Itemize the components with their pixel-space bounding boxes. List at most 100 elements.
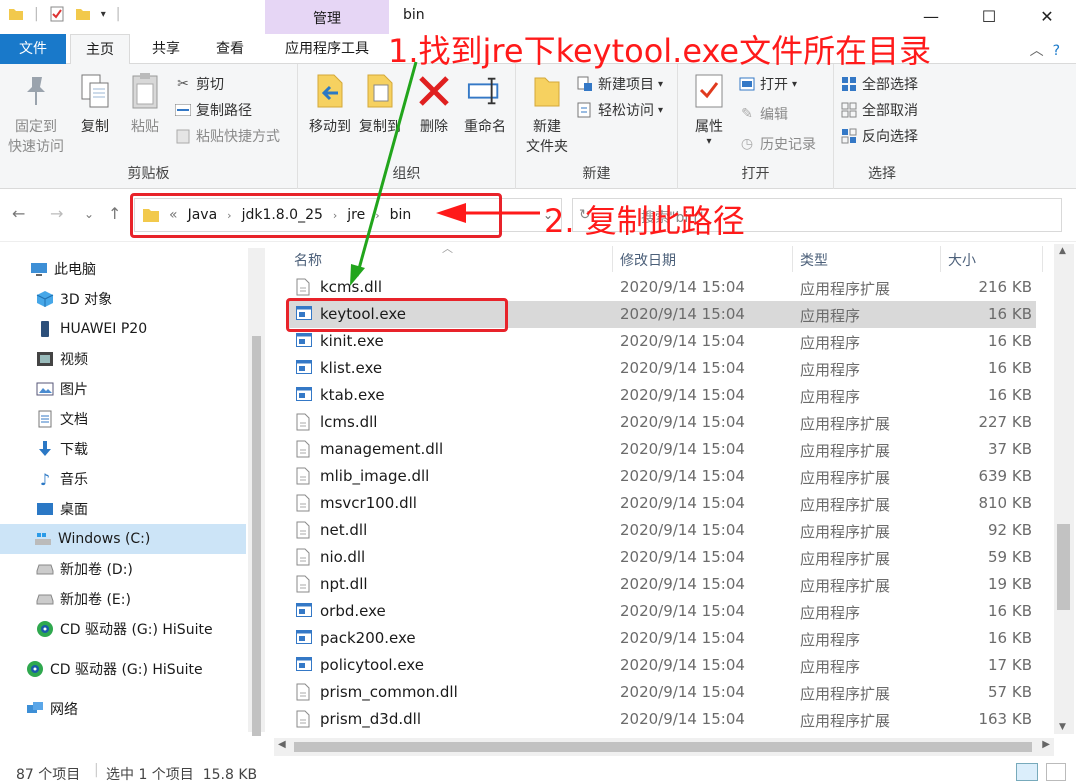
- scroll-down-icon[interactable]: ▼: [1059, 722, 1066, 732]
- file-row[interactable]: mlib_image.dll 2020/9/14 15:04 应用程序扩展 639 K…: [286, 463, 1036, 490]
- chevron-down-icon[interactable]: ▾: [101, 9, 106, 20]
- sidebar-item[interactable]: 此电脑: [30, 254, 96, 284]
- sidebar-item[interactable]: 新加卷 (E:): [36, 584, 131, 614]
- file-row[interactable]: prism_common.dll 2020/9/14 15:04 应用程序扩展 57 …: [286, 679, 1036, 706]
- sidebar-item[interactable]: ♪ 音乐: [36, 464, 88, 494]
- column-divider[interactable]: [1042, 246, 1043, 272]
- back-arrow-icon[interactable]: ←: [12, 204, 25, 223]
- new-folder-button[interactable]: 新建 文件夹: [522, 70, 572, 156]
- file-row[interactable]: klist.exe 2020/9/14 15:04 应用程序 16 KB: [286, 355, 1036, 382]
- recent-locations-chevron-icon[interactable]: ⌄: [84, 207, 94, 221]
- sidebar-item[interactable]: Windows (C:): [0, 524, 246, 554]
- easy-access-button[interactable]: 轻松访问 ▾: [576, 100, 663, 120]
- scrollbar-thumb[interactable]: [252, 336, 261, 736]
- scroll-left-icon[interactable]: ◀: [278, 739, 286, 750]
- sidebar-item[interactable]: 下载: [36, 434, 88, 464]
- large-icons-view-icon[interactable]: [1046, 763, 1066, 781]
- column-header-type[interactable]: 类型: [800, 250, 828, 270]
- column-divider[interactable]: [940, 246, 941, 272]
- scroll-up-icon[interactable]: ▲: [1059, 246, 1066, 256]
- file-row[interactable]: npt.dll 2020/9/14 15:04 应用程序扩展 19 KB: [286, 571, 1036, 598]
- sidebar-item[interactable]: 网络: [26, 694, 78, 724]
- easy-access-icon: [576, 101, 594, 119]
- file-row[interactable]: lcms.dll 2020/9/14 15:04 应用程序扩展 227 KB: [286, 409, 1036, 436]
- column-header-date[interactable]: 修改日期: [620, 250, 676, 270]
- file-row[interactable]: msvcr100.dll 2020/9/14 15:04 应用程序扩展 810 KB: [286, 490, 1036, 517]
- file-row[interactable]: net.dll 2020/9/14 15:04 应用程序扩展 92 KB: [286, 517, 1036, 544]
- file-row[interactable]: kcms.dll 2020/9/14 15:04 应用程序扩展 216 KB: [286, 274, 1036, 301]
- file-date: 2020/9/14 15:04: [620, 548, 745, 566]
- sidebar-item[interactable]: CD 驱动器 (G:) HiSuite: [36, 614, 213, 644]
- file-name: klist.exe: [320, 359, 383, 377]
- tab-view[interactable]: 查看: [200, 34, 260, 64]
- properties-button[interactable]: 属性 ▾: [686, 70, 732, 147]
- invert-selection-button[interactable]: 反向选择: [840, 126, 918, 146]
- help-icon[interactable]: ?: [1053, 43, 1060, 59]
- tab-application-tools[interactable]: 应用程序工具: [265, 34, 389, 64]
- chevron-down-icon: ▾: [658, 78, 664, 90]
- scrollbar-thumb[interactable]: [294, 742, 1032, 752]
- tab-file[interactable]: 文件: [0, 34, 66, 64]
- details-view-icon[interactable]: [1016, 763, 1038, 781]
- file-date: 2020/9/14 15:04: [620, 278, 745, 296]
- dll-file-icon: [296, 467, 312, 485]
- sidebar-item[interactable]: 3D 对象: [36, 284, 112, 314]
- dll-file-icon: [296, 710, 312, 728]
- paste-button[interactable]: 粘贴: [122, 70, 168, 136]
- file-row[interactable]: policytool.exe 2020/9/14 15:04 应用程序 17 KB: [286, 652, 1036, 679]
- file-list-vertical-scrollbar[interactable]: ▲ ▼: [1054, 244, 1074, 734]
- file-row[interactable]: prism_d3d.dll 2020/9/14 15:04 应用程序扩展 163 KB: [286, 706, 1036, 733]
- column-divider[interactable]: [612, 246, 613, 272]
- file-date: 2020/9/14 15:04: [620, 683, 745, 701]
- move-to-button[interactable]: 移动到: [304, 70, 356, 136]
- column-header-name[interactable]: 名称: [294, 250, 322, 270]
- tab-home[interactable]: 主页: [70, 34, 130, 65]
- sidebar-item[interactable]: 新加卷 (D:): [36, 554, 133, 584]
- sidebar-item-label: 网络: [50, 702, 78, 718]
- new-folder-icon[interactable]: [75, 6, 91, 22]
- edit-button[interactable]: ✎ 编辑: [738, 104, 788, 124]
- scroll-right-icon[interactable]: ▶: [1042, 739, 1050, 750]
- sidebar-item[interactable]: 图片: [36, 374, 88, 404]
- tab-share[interactable]: 共享: [138, 34, 194, 64]
- dll-file-icon: [296, 440, 312, 458]
- copy-to-button[interactable]: 复制到: [354, 70, 406, 136]
- copy-button[interactable]: 复制: [72, 70, 118, 136]
- up-arrow-icon[interactable]: ↑: [108, 204, 121, 223]
- column-header-size[interactable]: 大小: [948, 250, 976, 270]
- chevron-down-icon: ▾: [792, 78, 798, 90]
- scrollbar-thumb[interactable]: [1057, 524, 1070, 610]
- new-item-button[interactable]: 新建项目 ▾: [576, 74, 663, 94]
- ribbon-help-controls[interactable]: ︿ ?: [1030, 40, 1060, 60]
- cut-button[interactable]: ✂ 剪切: [174, 74, 224, 94]
- file-row[interactable]: ktab.exe 2020/9/14 15:04 应用程序 16 KB: [286, 382, 1036, 409]
- navigation-pane-scrollbar[interactable]: [248, 248, 265, 736]
- paste-shortcut-button[interactable]: 粘贴快捷方式: [174, 126, 280, 146]
- file-row[interactable]: management.dll 2020/9/14 15:04 应用程序扩展 37 KB: [286, 436, 1036, 463]
- file-row[interactable]: nio.dll 2020/9/14 15:04 应用程序扩展 59 KB: [286, 544, 1036, 571]
- copy-path-button[interactable]: 复制路径: [174, 100, 252, 120]
- history-button[interactable]: ◷ 历史记录: [738, 134, 816, 154]
- forward-arrow-icon[interactable]: →: [50, 204, 63, 223]
- sidebar-item[interactable]: 桌面: [36, 494, 88, 524]
- column-divider[interactable]: [792, 246, 793, 272]
- file-row[interactable]: orbd.exe 2020/9/14 15:04 应用程序 16 KB: [286, 598, 1036, 625]
- delete-button[interactable]: 删除: [412, 70, 456, 136]
- file-list-horizontal-scrollbar[interactable]: ◀ ▶: [274, 738, 1054, 756]
- rename-button[interactable]: 重命名: [460, 70, 510, 136]
- select-none-button[interactable]: 全部取消: [840, 100, 918, 120]
- file-type: 应用程序: [800, 361, 861, 379]
- close-button[interactable]: ✕: [1018, 0, 1076, 32]
- download-icon: [36, 440, 54, 458]
- file-row[interactable]: pack200.exe 2020/9/14 15:04 应用程序 16 KB: [286, 625, 1036, 652]
- sidebar-item[interactable]: CD 驱动器 (G:) HiSuite: [26, 654, 203, 684]
- sidebar-item[interactable]: 文档: [36, 404, 88, 434]
- properties-icon[interactable]: [49, 6, 65, 22]
- file-row[interactable]: kinit.exe 2020/9/14 15:04 应用程序 16 KB: [286, 328, 1036, 355]
- select-all-button[interactable]: 全部选择: [840, 74, 918, 94]
- pin-quick-access-button[interactable]: 固定到 快速访问: [6, 70, 66, 156]
- maximize-button[interactable]: ☐: [960, 0, 1018, 32]
- open-button[interactable]: 打开 ▾: [738, 74, 797, 94]
- sidebar-item[interactable]: 视频: [36, 344, 88, 374]
- sidebar-item[interactable]: HUAWEI P20: [36, 314, 147, 344]
